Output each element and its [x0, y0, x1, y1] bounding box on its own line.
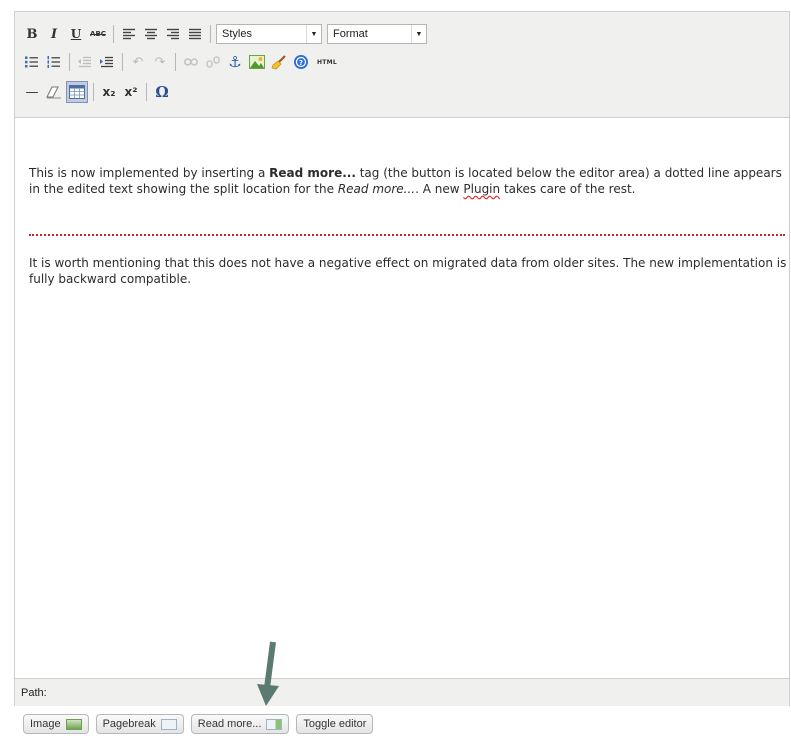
- redo-button[interactable]: ↷: [150, 52, 170, 72]
- italic-button[interactable]: I: [44, 24, 64, 44]
- bullet-list-button[interactable]: [22, 52, 42, 72]
- annotation-arrow-icon: [257, 641, 279, 706]
- html-source-button[interactable]: HTML: [313, 52, 341, 72]
- format-dropdown-label: Format: [333, 28, 368, 40]
- eraser-icon: [46, 86, 61, 99]
- table-icon: [69, 85, 85, 99]
- special-character-button[interactable]: Ω: [152, 82, 172, 102]
- toolbar-separator: [93, 83, 94, 101]
- toolbar-separator: [69, 53, 70, 71]
- undo-button[interactable]: ↶: [128, 52, 148, 72]
- toolbar-row-1: B I U ABC Styles ▼ Format ▼: [22, 23, 432, 45]
- editor-toolbar: B I U ABC Styles ▼ Format ▼ ↶ ↷ ⚓ ? HTML…: [15, 12, 789, 118]
- bullet-list-icon: [25, 56, 38, 68]
- broom-icon: [271, 55, 286, 70]
- chevron-down-icon: ▼: [306, 25, 321, 43]
- text-run: takes care of the rest.: [500, 182, 636, 196]
- wysiwyg-editor: B I U ABC Styles ▼ Format ▼ ↶ ↷ ⚓ ? HTML…: [14, 11, 790, 706]
- editor-statusbar: Path:: [15, 678, 789, 706]
- outdent-icon: [78, 56, 91, 68]
- align-center-button[interactable]: [141, 24, 161, 44]
- underline-button[interactable]: U: [66, 24, 86, 44]
- strikethrough-button[interactable]: ABC: [88, 24, 108, 44]
- unlink-icon: [206, 56, 220, 68]
- toolbar-separator: [146, 83, 147, 101]
- text-run: . A new: [415, 182, 464, 196]
- align-left-icon: [123, 28, 135, 40]
- insert-link-button[interactable]: [181, 52, 201, 72]
- svg-text:?: ?: [299, 59, 303, 67]
- bold-text: Read more...: [269, 166, 356, 180]
- toggle-editor-button-label: Toggle editor: [303, 718, 367, 730]
- content-paragraph: This is now implemented by inserting a R…: [29, 165, 789, 197]
- editor-content-area[interactable]: This is now implemented by inserting a R…: [15, 118, 789, 678]
- link-icon: [184, 58, 198, 66]
- cleanup-button[interactable]: [269, 52, 289, 72]
- unlink-button[interactable]: [203, 52, 223, 72]
- text-run: This is now implemented by inserting a: [29, 166, 270, 180]
- insert-image-button[interactable]: [247, 52, 267, 72]
- read-more-separator: [29, 234, 785, 236]
- pagebreak-button-label: Pagebreak: [102, 718, 156, 730]
- superscript-button[interactable]: x²: [121, 82, 141, 102]
- align-justify-icon: [189, 28, 201, 40]
- toolbar-separator: [175, 53, 176, 71]
- image-icon: [249, 55, 265, 69]
- remove-format-button[interactable]: [44, 82, 64, 102]
- undo-icon: ↶: [132, 54, 144, 70]
- read-more-button-label: Read more...: [197, 718, 262, 730]
- image-button-label: Image: [30, 718, 61, 730]
- align-justify-button[interactable]: [185, 24, 205, 44]
- read-more-icon: [266, 718, 283, 730]
- numbered-list-icon: [47, 56, 60, 68]
- align-right-button[interactable]: [163, 24, 183, 44]
- help-button[interactable]: ?: [291, 52, 311, 72]
- toggle-editor-button[interactable]: Toggle editor: [296, 714, 374, 734]
- read-more-button[interactable]: Read more...: [190, 714, 290, 734]
- outdent-button[interactable]: [75, 52, 95, 72]
- toolbar-separator: [210, 25, 211, 43]
- image-icon: [65, 718, 82, 730]
- help-icon: ?: [294, 55, 308, 69]
- insert-table-button[interactable]: [66, 81, 88, 103]
- toolbar-separator: [113, 25, 114, 43]
- toolbar-separator: [122, 53, 123, 71]
- indent-button[interactable]: [97, 52, 117, 72]
- styles-dropdown[interactable]: Styles ▼: [216, 24, 322, 44]
- misspelled-word: Plugin: [463, 182, 501, 196]
- pagebreak-button[interactable]: Pagebreak: [95, 714, 184, 734]
- italic-text: Read more...: [337, 182, 416, 196]
- indent-icon: [100, 56, 113, 68]
- align-center-icon: [145, 28, 157, 40]
- bold-button[interactable]: B: [22, 24, 42, 44]
- format-dropdown[interactable]: Format ▼: [327, 24, 427, 44]
- align-left-button[interactable]: [119, 24, 139, 44]
- align-right-icon: [167, 28, 179, 40]
- path-label: Path:: [21, 686, 47, 699]
- toolbar-row-2: ↶ ↷ ⚓ ? HTML: [22, 51, 343, 73]
- image-button[interactable]: Image: [23, 714, 89, 734]
- editor-extra-buttons: Image Pagebreak Read more... Toggle edit…: [23, 714, 380, 734]
- subscript-button[interactable]: x₂: [99, 82, 119, 102]
- toolbar-row-3: — x₂ x² Ω: [22, 81, 174, 103]
- numbered-list-button[interactable]: [44, 52, 64, 72]
- chevron-down-icon: ▼: [411, 25, 426, 43]
- content-paragraph: It is worth mentioning that this does no…: [29, 256, 787, 286]
- horizontal-rule-button[interactable]: —: [22, 82, 42, 102]
- pagebreak-icon: [160, 718, 177, 730]
- anchor-icon: ⚓: [228, 53, 242, 71]
- redo-icon: ↷: [154, 54, 166, 70]
- anchor-button[interactable]: ⚓: [225, 52, 245, 72]
- styles-dropdown-label: Styles: [222, 28, 252, 40]
